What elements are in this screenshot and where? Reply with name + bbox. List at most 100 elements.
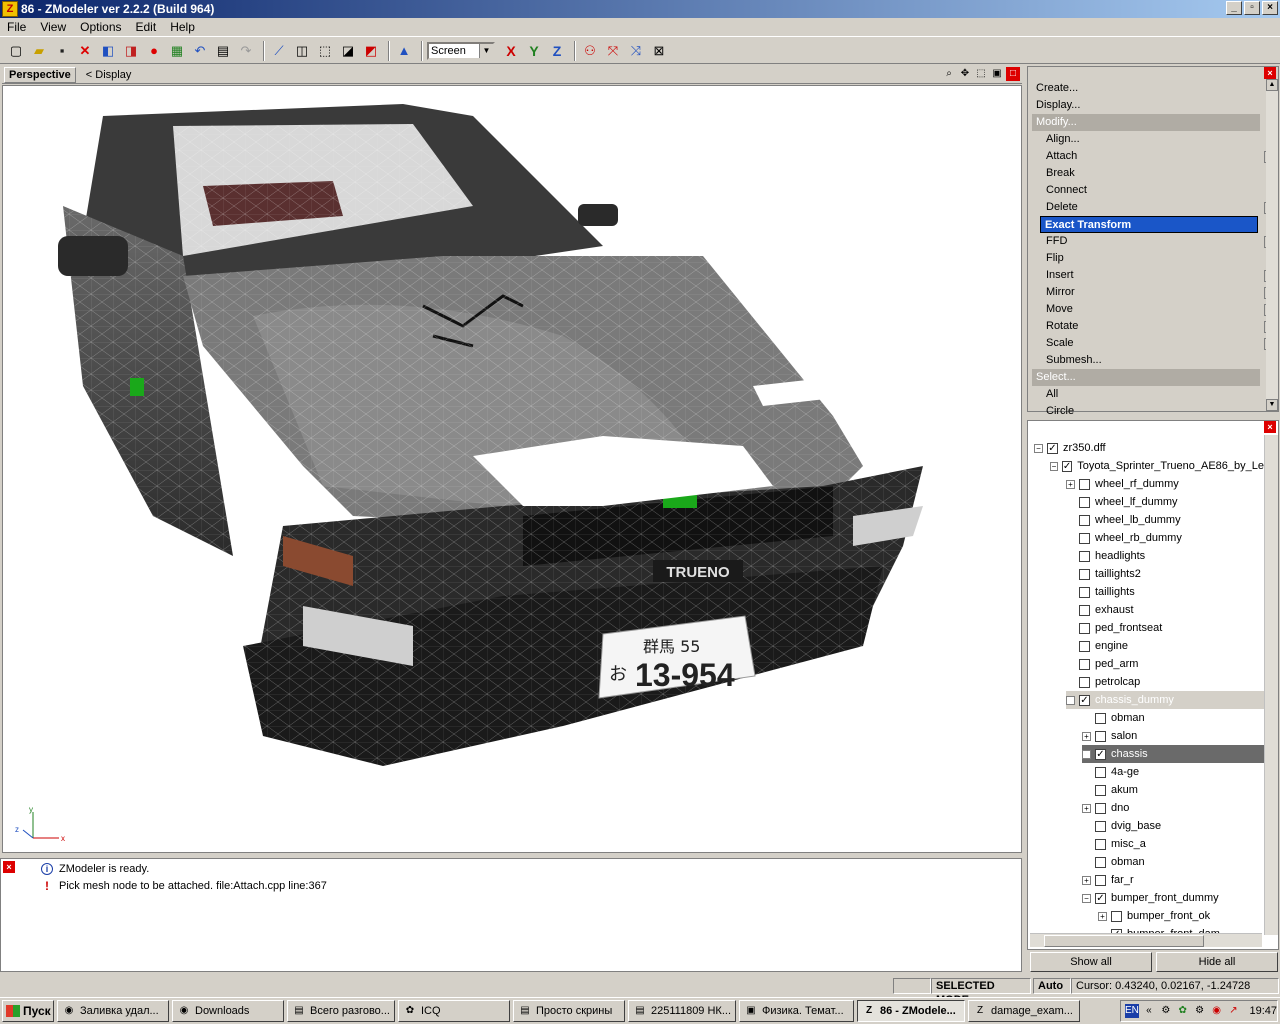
node-visibility-checkbox[interactable] [1095, 802, 1106, 814]
node-visibility-checkbox[interactable] [1095, 874, 1106, 886]
tree-node[interactable]: + salon [1082, 727, 1264, 745]
node-visibility-checkbox[interactable] [1079, 478, 1090, 490]
tree-node[interactable]: − ✓ Toyota_Sprinter_Trueno_AE86_by_Le [1050, 457, 1264, 475]
language-indicator[interactable]: EN [1125, 1004, 1139, 1018]
show-all-button[interactable]: Show all [1030, 952, 1152, 972]
command-circle[interactable]: Circle [1046, 403, 1268, 420]
display-toggle[interactable]: < Display [86, 69, 132, 81]
taskbar-button[interactable]: ✿ ICQ [398, 1000, 510, 1022]
move-axis-icon[interactable]: ⤧ [603, 41, 623, 61]
zoom-icon[interactable]: ⌕ [942, 67, 956, 81]
command-scale[interactable]: Scale [1046, 335, 1276, 352]
new-file-icon[interactable]: ▢ [6, 41, 26, 61]
command-rotate[interactable]: Rotate [1046, 318, 1276, 335]
tree-node[interactable]: +taillights2 [1066, 565, 1264, 583]
taskbar-button[interactable]: ▤ Просто скрины [513, 1000, 625, 1022]
taskbar-button[interactable]: ▣ Физика. Темат... [739, 1000, 854, 1022]
node-visibility-checkbox[interactable]: ✓ [1061, 460, 1073, 472]
expand-icon[interactable]: + [1082, 731, 1091, 741]
menu-help[interactable]: Help [163, 20, 202, 34]
close-panel-icon[interactable]: × [1264, 67, 1276, 79]
export-icon[interactable]: ◨ [121, 41, 141, 61]
node-visibility-checkbox[interactable] [1095, 820, 1106, 832]
scale-axis-icon[interactable]: ⤨ [626, 41, 646, 61]
menu-file[interactable]: File [0, 20, 33, 34]
tree-node[interactable]: +petrolcap [1066, 673, 1264, 691]
taskbar-button[interactable]: ◉ Заливка удал... [57, 1000, 169, 1022]
perspective-tab[interactable]: Perspective [4, 66, 76, 83]
command-delete[interactable]: Delete [1046, 199, 1276, 216]
taskbar-button[interactable]: ▤ 225111809 НК... [628, 1000, 736, 1022]
dummy-marker[interactable] [130, 378, 144, 396]
node-visibility-checkbox[interactable] [1095, 730, 1106, 742]
collapse-icon[interactable]: − [1066, 695, 1075, 705]
redo-icon[interactable]: ↷ [236, 41, 256, 61]
view-select[interactable]: Screen ▼ [427, 41, 495, 60]
node-visibility-checkbox[interactable] [1079, 514, 1090, 526]
close-hierarchy-icon[interactable]: × [1264, 421, 1276, 433]
auto-mode[interactable]: Auto [1033, 978, 1071, 994]
command-exact-transform[interactable]: Exact Transform [1040, 216, 1258, 233]
node-visibility-checkbox[interactable]: ✓ [1047, 442, 1058, 454]
close-log-icon[interactable]: × [3, 861, 15, 873]
viewport[interactable]: TRUENO 群馬 55 お 13-954 y x z [2, 85, 1022, 853]
node-visibility-checkbox[interactable] [1095, 856, 1106, 868]
icq-tray-icon[interactable]: ✿ [1176, 1004, 1190, 1018]
tree-node[interactable]: + bumper_front_ok [1098, 907, 1264, 925]
command-break[interactable]: Break [1046, 165, 1268, 182]
object-select-icon[interactable]: ◪ [338, 41, 358, 61]
tree-node[interactable]: +obman [1082, 853, 1264, 871]
normal-icon[interactable]: ▲ [394, 41, 414, 61]
tree-node[interactable]: +4a-ge [1082, 763, 1264, 781]
node-visibility-checkbox[interactable]: ✓ [1079, 694, 1090, 706]
node-visibility-checkbox[interactable] [1079, 622, 1090, 634]
collapse-icon[interactable]: − [1082, 893, 1091, 903]
menu-edit[interactable]: Edit [129, 20, 164, 34]
expand-icon[interactable]: + [1066, 479, 1075, 489]
antivirus-icon[interactable]: ◉ [1210, 1004, 1224, 1018]
expand-icon[interactable]: + [1098, 911, 1107, 921]
maximize-view-icon[interactable]: ▣ [990, 67, 1004, 81]
command-all[interactable]: All [1046, 386, 1268, 403]
node-visibility-checkbox[interactable]: ✓ [1095, 892, 1106, 904]
node-visibility-checkbox[interactable] [1079, 550, 1090, 562]
node-visibility-checkbox[interactable] [1079, 640, 1090, 652]
chevron-down-icon[interactable]: ▼ [479, 43, 493, 58]
chevron-left-icon[interactable]: « [1142, 1004, 1156, 1018]
tree-node[interactable]: +akum [1082, 781, 1264, 799]
command-create[interactable]: Create... [1036, 80, 1258, 97]
tree-node[interactable]: − ✓ zr350.dff [1034, 439, 1264, 457]
command-align[interactable]: Align... [1046, 131, 1268, 148]
taskbar-button[interactable]: ▤ Всего разгово... [287, 1000, 395, 1022]
vertex-mode-icon[interactable]: ⟋ [269, 41, 289, 61]
fit-icon[interactable]: ⬚ [974, 67, 988, 81]
tree-node[interactable]: +dvig_base [1082, 817, 1264, 835]
minimize-button[interactable]: _ [1226, 1, 1242, 15]
network-icon[interactable]: ⚙ [1159, 1004, 1173, 1018]
node-visibility-checkbox[interactable] [1095, 712, 1106, 724]
command-connect[interactable]: Connect [1046, 182, 1268, 199]
scroll-down-icon[interactable]: ▼ [1266, 399, 1278, 411]
menu-view[interactable]: View [33, 20, 73, 34]
tree-node[interactable]: +wheel_lb_dummy [1066, 511, 1264, 529]
tree-node[interactable]: +misc_a [1082, 835, 1264, 853]
save-icon[interactable]: ▪ [52, 41, 72, 61]
command-move[interactable]: Move [1046, 301, 1276, 318]
import-icon[interactable]: ◧ [98, 41, 118, 61]
node-visibility-checkbox[interactable]: ✓ [1095, 748, 1106, 760]
tree-node[interactable]: + wheel_rf_dummy [1066, 475, 1264, 493]
tree-node[interactable]: +ped_arm [1066, 655, 1264, 673]
collapse-icon[interactable]: − [1050, 461, 1058, 471]
taskbar-button[interactable]: Z 86 - ZModele... [857, 1000, 965, 1022]
node-visibility-checkbox[interactable] [1079, 604, 1090, 616]
selection-mode[interactable]: SELECTED MODE [931, 978, 1031, 1006]
delete-icon[interactable]: ✕ [75, 41, 95, 61]
pan-icon[interactable]: ✥ [958, 67, 972, 81]
undo-icon[interactable]: ↶ [190, 41, 210, 61]
maximize-button[interactable]: ▫ [1244, 1, 1260, 15]
command-scrollbar[interactable]: ▲ ▼ [1266, 79, 1278, 411]
tree-node[interactable]: +wheel_rb_dummy [1066, 529, 1264, 547]
tree-node[interactable]: + dno [1082, 799, 1264, 817]
node-visibility-checkbox[interactable] [1079, 496, 1090, 508]
y-axis-button[interactable]: Y [524, 43, 544, 59]
